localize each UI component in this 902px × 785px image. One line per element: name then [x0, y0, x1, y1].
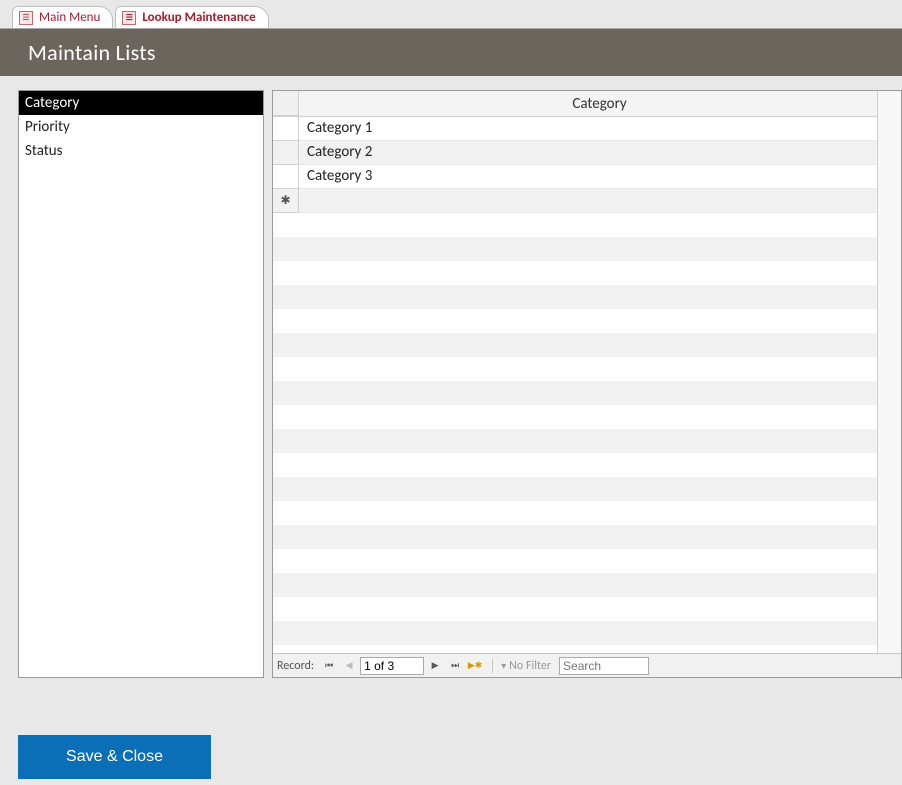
tab-label: Lookup Maintenance [142, 10, 255, 25]
grid-body: Category 1 Category 2 Category 3 ✱ [273, 117, 901, 653]
filter-icon: ▾ [501, 659, 506, 672]
next-record-button[interactable]: ▶ [426, 657, 444, 675]
column-header-label: Category [572, 95, 626, 113]
record-navigation: Record: ⏮ ◀ ▶ ⏭ ▶✱ ▾ No Filter [273, 653, 901, 677]
list-item-status[interactable]: Status [19, 139, 263, 163]
row-selector[interactable] [273, 117, 299, 141]
save-close-button[interactable]: Save & Close [18, 735, 211, 779]
table-row[interactable]: Category 2 [273, 141, 901, 165]
lookup-type-list[interactable]: Category Priority Status [18, 90, 264, 678]
form-icon: ☰ [122, 11, 136, 25]
tab-main-menu[interactable]: ☰ Main Menu [12, 6, 113, 28]
new-record-row[interactable]: ✱ [273, 189, 901, 213]
grid-right-gutter [877, 91, 901, 653]
content-area: Category Priority Status Category ▼ Cate… [18, 90, 902, 678]
new-record-button[interactable]: ▶✱ [466, 657, 484, 675]
tab-bar: ☰ Main Menu ☰ Lookup Maintenance [0, 0, 902, 28]
empty-grid-area [273, 213, 901, 653]
page-title: Maintain Lists [28, 39, 156, 66]
cell[interactable]: Category 2 [299, 141, 901, 165]
list-item-category[interactable]: Category [19, 91, 263, 115]
cell[interactable]: Category 3 [299, 165, 901, 189]
row-selector[interactable] [273, 141, 299, 165]
table-row[interactable]: Category 3 [273, 165, 901, 189]
tab-lookup-maintenance[interactable]: ☰ Lookup Maintenance [115, 6, 268, 28]
search-input[interactable] [559, 657, 649, 675]
first-record-button[interactable]: ⏮ [320, 657, 338, 675]
form-icon: ☰ [19, 11, 33, 25]
record-position-input[interactable] [360, 657, 424, 675]
grid-header-row: Category ▼ [273, 91, 901, 117]
list-item-priority[interactable]: Priority [19, 115, 263, 139]
cell[interactable]: Category 1 [299, 117, 901, 141]
record-label: Record: [277, 659, 314, 673]
filter-toggle[interactable]: ▾ No Filter [492, 659, 551, 673]
select-all-rows[interactable] [273, 91, 299, 116]
row-selector[interactable] [273, 165, 299, 189]
new-record-icon: ✱ [273, 189, 299, 213]
previous-record-button[interactable]: ◀ [340, 657, 358, 675]
data-grid: Category ▼ Category 1 Category 2 Categor… [272, 90, 902, 678]
cell[interactable] [299, 189, 901, 213]
table-row[interactable]: Category 1 [273, 117, 901, 141]
filter-label: No Filter [509, 659, 551, 673]
tab-label: Main Menu [39, 10, 100, 25]
last-record-button[interactable]: ⏭ [446, 657, 464, 675]
column-header-category[interactable]: Category ▼ [299, 91, 901, 116]
page-header: Maintain Lists [0, 28, 902, 76]
